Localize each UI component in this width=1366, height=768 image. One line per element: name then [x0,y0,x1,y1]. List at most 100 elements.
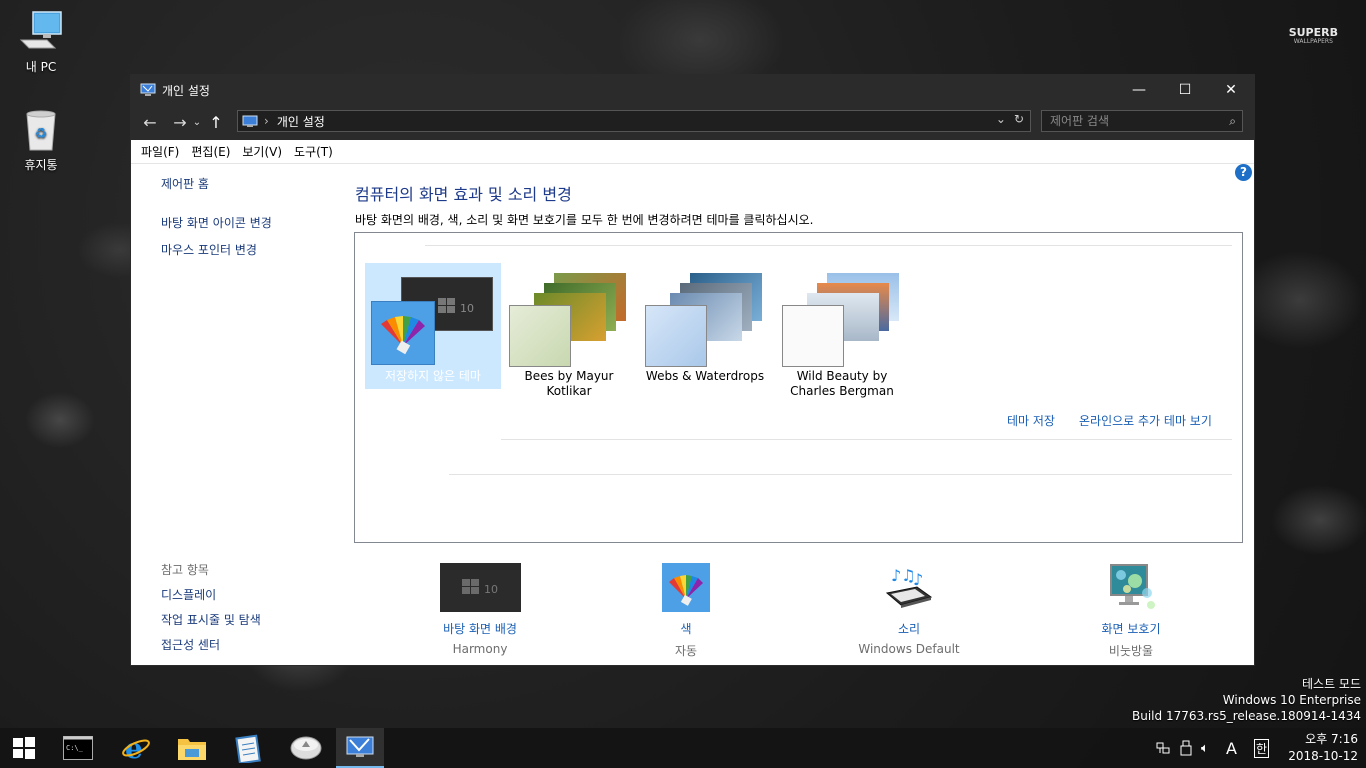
computer-icon [19,10,63,54]
group-divider [449,474,1232,475]
ie-icon[interactable]: e [112,728,160,768]
drive-icon[interactable] [282,728,330,768]
theme-item-webs[interactable]: Webs & Waterdrops [637,263,773,389]
minimize-button[interactable]: — [1116,75,1162,105]
sound-link[interactable]: 소리 [834,620,984,637]
see-also-section: 참고 항목 디스플레이 작업 표시줄 및 탐색 접근성 센터 [161,561,261,661]
theme-item-bees[interactable]: Bees by Mayur Kotlikar [501,263,637,398]
theme-label: 저장하지 않은 테마 [385,369,481,383]
left-pane: 제어판 홈 바탕 화면 아이콘 변경 마우스 포인터 변경 [161,175,351,268]
sound-icon: ♪♫ ♪ [883,563,935,612]
explorer-icon[interactable] [168,728,216,768]
desktop-icon-this-pc[interactable]: 내 PC [6,10,76,75]
forward-arrow-icon[interactable]: → [169,112,191,134]
taskbar-navigation-link[interactable]: 작업 표시줄 및 탐색 [161,611,261,628]
page-title: 컴퓨터의 화면 효과 및 소리 변경 [355,185,572,204]
ime-hangul-icon[interactable]: 한 [1254,728,1270,768]
breadcrumb-separator: › [264,114,269,128]
ease-of-access-link[interactable]: 접근성 센터 [161,636,261,653]
personalization-icon [242,115,258,128]
menu-file[interactable]: 파일(F) [135,143,185,160]
menu-edit[interactable]: 편집(E) [185,143,236,160]
theme-thumbnail [504,267,634,367]
color-value: 자동 [674,644,698,658]
recent-dropdown-icon[interactable]: ⌄ [191,112,203,134]
svg-text:♪♫: ♪♫ [891,566,916,585]
desktop-icons-link[interactable]: 바탕 화면 아이콘 변경 [161,214,351,231]
volume-icon[interactable]: 🔈︎ [1201,728,1209,768]
address-bar-area: ← → ⌄ ↑ › 개인 설정 ⌄ ↻ 제어판 검색 ⌕ [131,105,1254,140]
screensaver-setting[interactable]: 화면 보호기 비눗방울 [1056,563,1206,659]
menu-view[interactable]: 보기(V) [236,143,288,160]
desktop-background-setting[interactable]: 10 바탕 화면 배경 Harmony [405,563,555,656]
notepad-icon[interactable] [224,728,272,768]
color-setting[interactable]: 색 자동 [611,563,761,659]
color-link[interactable]: 색 [611,620,761,637]
wallpaper-watermark: SUPERB WALLPAPERS [1288,26,1338,45]
ime-mode-icon[interactable]: A [1226,728,1237,768]
back-arrow-icon[interactable]: ← [139,112,161,134]
group-divider [425,245,1232,246]
display-link[interactable]: 디스플레이 [161,586,261,603]
svg-text:♪: ♪ [913,570,923,589]
taskbar: C:\_ e 🔈︎ A 한 오후 7:16 2018-10-12 [0,728,1366,768]
address-dropdown-icon[interactable]: ⌄ [996,112,1006,126]
color-icon [662,563,710,612]
up-arrow-icon[interactable]: ↑ [205,112,227,134]
mouse-pointer-link[interactable]: 마우스 포인터 변경 [161,241,351,258]
desktop-background-value: Harmony [452,642,508,656]
edition-label: Windows 10 Enterprise [1222,693,1361,707]
build-label: Build 17763.rs5_release.180914-1434 [1132,709,1361,723]
save-theme-link[interactable]: 테마 저장 [1007,412,1055,429]
help-icon[interactable]: ? [1235,164,1252,181]
recycle-bin-icon: ♻ [19,108,63,152]
group-divider [501,439,1232,440]
theme-item-wild-beauty[interactable]: Wild Beauty by Charles Bergman [773,263,911,398]
theme-label: Wild Beauty by Charles Bergman [790,369,894,398]
sound-setting[interactable]: ♪♫ ♪ 소리 Windows Default [834,563,984,656]
usb-icon[interactable] [1180,728,1192,768]
desktop-icon-recycle-bin[interactable]: ♻ 휴지통 [6,108,76,173]
search-icon[interactable]: ⌕ [1229,111,1236,131]
theme-thumbnail: 10 [368,267,498,367]
desktop-icon-label: 휴지통 [24,158,58,172]
svg-text:10: 10 [484,583,498,596]
build-info: 테스트 모드 Windows 10 Enterprise Build 17763… [1132,676,1361,724]
theme-label: Bees by Mayur Kotlikar [524,369,614,398]
network-icon[interactable] [1156,728,1170,768]
more-themes-online-link[interactable]: 온라인으로 추가 테마 보기 [1079,412,1212,429]
start-icon[interactable] [0,728,48,768]
search-input[interactable]: 제어판 검색 ⌕ [1041,110,1243,132]
clock-time: 오후 7:16 [1305,732,1358,746]
search-placeholder: 제어판 검색 [1050,114,1110,128]
close-button[interactable]: ✕ [1208,75,1254,105]
screensaver-icon [1105,563,1157,612]
screensaver-value: 비눗방울 [1108,644,1154,658]
personalization-taskbar-icon[interactable] [336,728,384,768]
menu-tools[interactable]: 도구(T) [288,143,339,160]
desktop-icon-label: 내 PC [25,60,57,74]
sound-value: Windows Default [858,642,960,656]
control-panel-home-link[interactable]: 제어판 홈 [161,175,351,192]
desktop-background-link[interactable]: 바탕 화면 배경 [405,620,555,637]
theme-thumbnail [640,267,770,367]
screensaver-link[interactable]: 화면 보호기 [1056,620,1206,637]
clock-date: 2018-10-12 [1288,749,1358,763]
svg-text:C:\_: C:\_ [66,744,84,752]
personalization-window: 개인 설정 — ☐ ✕ ← → ⌄ ↑ › 개인 설정 ⌄ ↻ 제어판 검색 ⌕… [130,74,1255,666]
title-bar[interactable]: 개인 설정 — ☐ ✕ [131,75,1254,105]
test-mode-label: 테스트 모드 [1301,677,1361,691]
clock[interactable]: 오후 7:16 2018-10-12 [1288,731,1358,765]
ime-hangul-label: 한 [1254,738,1270,758]
svg-text:♻: ♻ [35,126,48,142]
maximize-button[interactable]: ☐ [1162,75,1208,105]
address-field[interactable]: › 개인 설정 ⌄ ↻ [237,110,1031,132]
breadcrumb-personalization[interactable]: 개인 설정 [277,113,325,130]
refresh-icon[interactable]: ↻ [1014,112,1024,126]
cmd-icon[interactable]: C:\_ [54,728,102,768]
menu-bar: 파일(F) 편집(E) 보기(V) 도구(T) [131,140,1254,164]
theme-label: Webs & Waterdrops [645,369,765,383]
theme-thumbnail [777,267,907,367]
theme-item-unsaved[interactable]: 10 저장하지 않은 테마 [365,263,501,389]
personalization-icon [140,83,156,97]
